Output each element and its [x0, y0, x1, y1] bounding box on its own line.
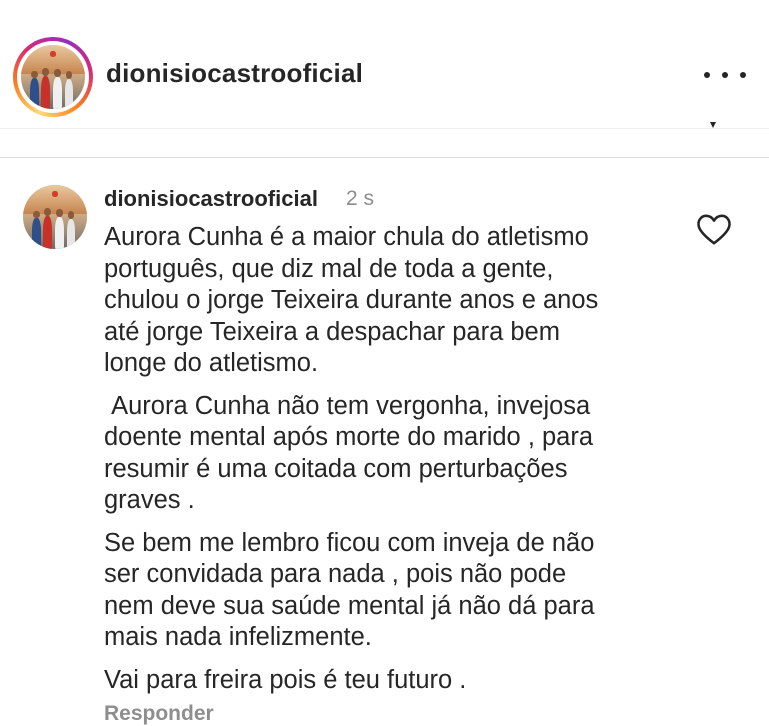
divider [0, 157, 769, 158]
post-username[interactable]: dionisiocastrooficial [106, 58, 363, 89]
comment-paragraph: Aurora Cunha é a maior chula do atletism… [104, 223, 599, 377]
comment-text: Aurora Cunha é a maior chula do atletism… [104, 222, 694, 707]
comment-timestamp: 2 s [346, 187, 375, 210]
comment-username[interactable]: dionisiocastrooficial [104, 186, 318, 212]
heart-outline-icon[interactable] [696, 212, 732, 246]
chevron-down-icon [710, 122, 716, 128]
story-ring-avatar[interactable] [13, 37, 93, 117]
comment-paragraph: Aurora Cunha não tem vergonha, invejosa … [104, 391, 594, 515]
comment-avatar[interactable] [23, 185, 87, 249]
avatar [21, 45, 85, 109]
reply-button[interactable]: Responder [104, 702, 214, 726]
more-options-button[interactable] [704, 60, 746, 90]
comment-paragraph: Se bem me lembro ficou com inveja de não… [104, 528, 595, 652]
comment-paragraph: Vai para freira pois é teu futuro . [104, 665, 467, 694]
post-header: dionisiocastrooficial [0, 0, 769, 129]
more-horizontal-icon [704, 72, 710, 78]
